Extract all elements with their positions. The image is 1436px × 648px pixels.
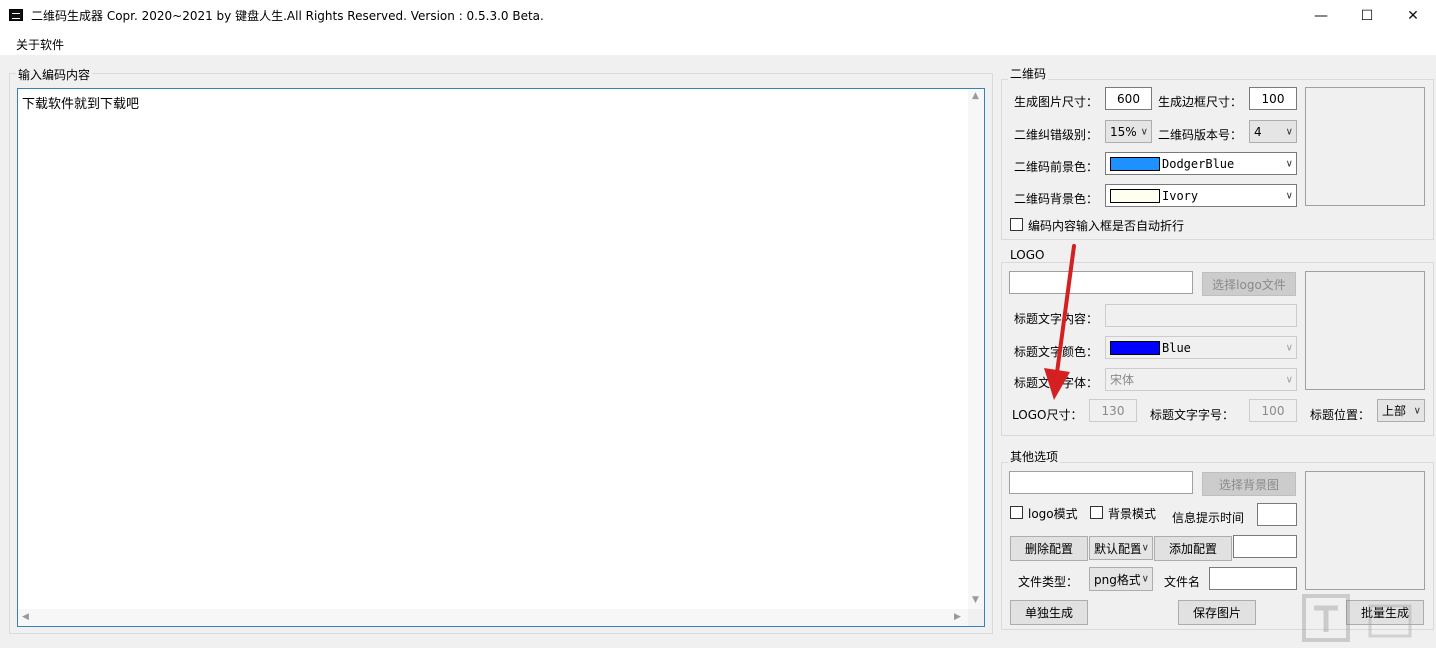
qr-group-legend: 二维码 <box>1008 65 1049 82</box>
title-color-name: Blue <box>1162 340 1191 355</box>
window-title: 二维码生成器 Copr. 2020~2021 by 键盘人生.All Right… <box>31 9 544 23</box>
border-size-input[interactable]: 100 <box>1249 87 1297 110</box>
red-arrow-annotation <box>1044 244 1076 400</box>
vertical-scrollbar[interactable]: ▲ ▼ <box>968 89 984 609</box>
background-mode-label: 背景模式 <box>1108 507 1157 521</box>
ecc-level-select[interactable]: 15% ∨ <box>1105 120 1152 143</box>
background-mode-checkbox[interactable] <box>1090 506 1103 519</box>
scroll-right-icon[interactable]: ▶ <box>954 612 961 622</box>
logo-size-label: LOGO尺寸： <box>1012 408 1083 422</box>
add-config-button[interactable]: 添加配置 <box>1154 536 1232 561</box>
logo-mode-label: logo模式 <box>1028 507 1078 521</box>
logo-mode-checkbox[interactable] <box>1010 506 1023 519</box>
title-color-select[interactable]: Blue ∨ <box>1105 336 1297 359</box>
maximize-button[interactable]: ☐ <box>1344 0 1390 31</box>
ecc-level-value: 15% <box>1110 124 1137 139</box>
close-button[interactable]: ✕ <box>1390 0 1436 31</box>
bg-color-label: 二维码背景色： <box>1014 192 1099 206</box>
logo-file-input[interactable] <box>1009 271 1193 294</box>
content-editor-text: 下载软件就到下载吧 <box>22 97 140 112</box>
logo-preview <box>1305 271 1425 390</box>
tip-time-label: 信息提示时间 <box>1172 511 1245 525</box>
fg-color-label: 二维码前景色： <box>1014 160 1099 174</box>
chevron-down-icon: ∨ <box>1285 374 1293 385</box>
save-image-button[interactable]: 保存图片 <box>1178 600 1256 625</box>
qr-version-select[interactable]: 4 ∨ <box>1249 120 1297 143</box>
chevron-down-icon: ∨ <box>1140 126 1148 137</box>
scroll-left-icon[interactable]: ◀ <box>22 612 29 622</box>
menu-bar <box>0 31 1436 55</box>
content-editor[interactable] <box>17 88 985 627</box>
ecc-level-label: 二维纠错级别： <box>1014 128 1099 142</box>
background-preview <box>1305 471 1425 590</box>
app-icon <box>9 9 23 21</box>
border-size-label: 生成边框尺寸： <box>1158 95 1243 109</box>
fg-color-swatch <box>1110 156 1160 171</box>
image-size-label: 生成图片尺寸： <box>1014 95 1099 109</box>
other-options-legend: 其他选项 <box>1008 448 1061 465</box>
file-type-value: png格式 <box>1094 572 1141 587</box>
file-type-label: 文件类型： <box>1018 575 1079 589</box>
bg-color-name: Ivory <box>1162 188 1199 203</box>
minimize-button[interactable]: — <box>1298 0 1344 31</box>
image-size-input[interactable]: 600 <box>1105 87 1152 110</box>
config-select[interactable]: 默认配置 ∨ <box>1089 536 1153 560</box>
chevron-down-icon: ∨ <box>1139 542 1149 554</box>
chevron-down-icon: ∨ <box>1285 190 1293 201</box>
tip-time-input[interactable] <box>1257 503 1297 526</box>
auto-wrap-checkbox[interactable] <box>1010 218 1023 231</box>
qr-version-value: 4 <box>1254 124 1262 139</box>
fg-color-select[interactable]: DodgerBlue ∨ <box>1105 152 1297 175</box>
background-file-input[interactable] <box>1009 471 1193 494</box>
title-font-size-input[interactable]: 100 <box>1249 399 1297 422</box>
choose-background-button[interactable]: 选择背景图 <box>1202 472 1296 496</box>
title-font-size-label: 标题文字字号： <box>1150 408 1235 422</box>
logo-size-input[interactable]: 130 <box>1089 399 1137 422</box>
chevron-down-icon: ∨ <box>1285 158 1293 169</box>
chevron-down-icon: ∨ <box>1285 342 1293 353</box>
chevron-down-icon: ∨ <box>1413 405 1421 416</box>
title-position-select[interactable]: 上部 ∨ <box>1377 399 1425 422</box>
scroll-up-icon[interactable]: ▲ <box>972 91 979 101</box>
scroll-down-icon[interactable]: ▼ <box>972 595 979 605</box>
menu-about[interactable]: 关于软件 <box>16 36 64 53</box>
scroll-corner <box>968 609 984 626</box>
qr-preview <box>1305 87 1425 206</box>
auto-wrap-label: 编码内容输入框是否自动折行 <box>1028 219 1185 233</box>
single-generate-button[interactable]: 单独生成 <box>1010 600 1088 625</box>
file-type-select[interactable]: png格式 ∨ <box>1089 567 1153 591</box>
choose-logo-button[interactable]: 选择logo文件 <box>1202 272 1296 296</box>
title-position-label: 标题位置： <box>1310 408 1371 422</box>
watermark-logo <box>1302 594 1412 642</box>
qr-version-label: 二维码版本号： <box>1158 128 1243 142</box>
chevron-down-icon: ∨ <box>1285 126 1293 137</box>
title-color-swatch <box>1110 340 1160 355</box>
title-font-value: 宋体 <box>1110 373 1135 387</box>
bg-color-swatch <box>1110 188 1160 203</box>
horizontal-scrollbar[interactable]: ◀ ▶ <box>18 609 968 626</box>
title-text-input[interactable] <box>1105 304 1297 327</box>
config-name-input[interactable] <box>1233 535 1297 558</box>
chevron-down-icon: ∨ <box>1139 573 1149 585</box>
bg-color-select[interactable]: Ivory ∨ <box>1105 184 1297 207</box>
title-font-select[interactable]: 宋体 ∨ <box>1105 368 1297 391</box>
fg-color-name: DodgerBlue <box>1162 156 1235 171</box>
delete-config-button[interactable]: 删除配置 <box>1010 536 1088 561</box>
title-position-value: 上部 <box>1382 404 1407 418</box>
file-name-label: 文件名 <box>1164 575 1201 589</box>
input-group-legend: 输入编码内容 <box>16 66 93 83</box>
config-select-value: 默认配置 <box>1094 541 1143 556</box>
file-name-input[interactable] <box>1209 567 1297 590</box>
